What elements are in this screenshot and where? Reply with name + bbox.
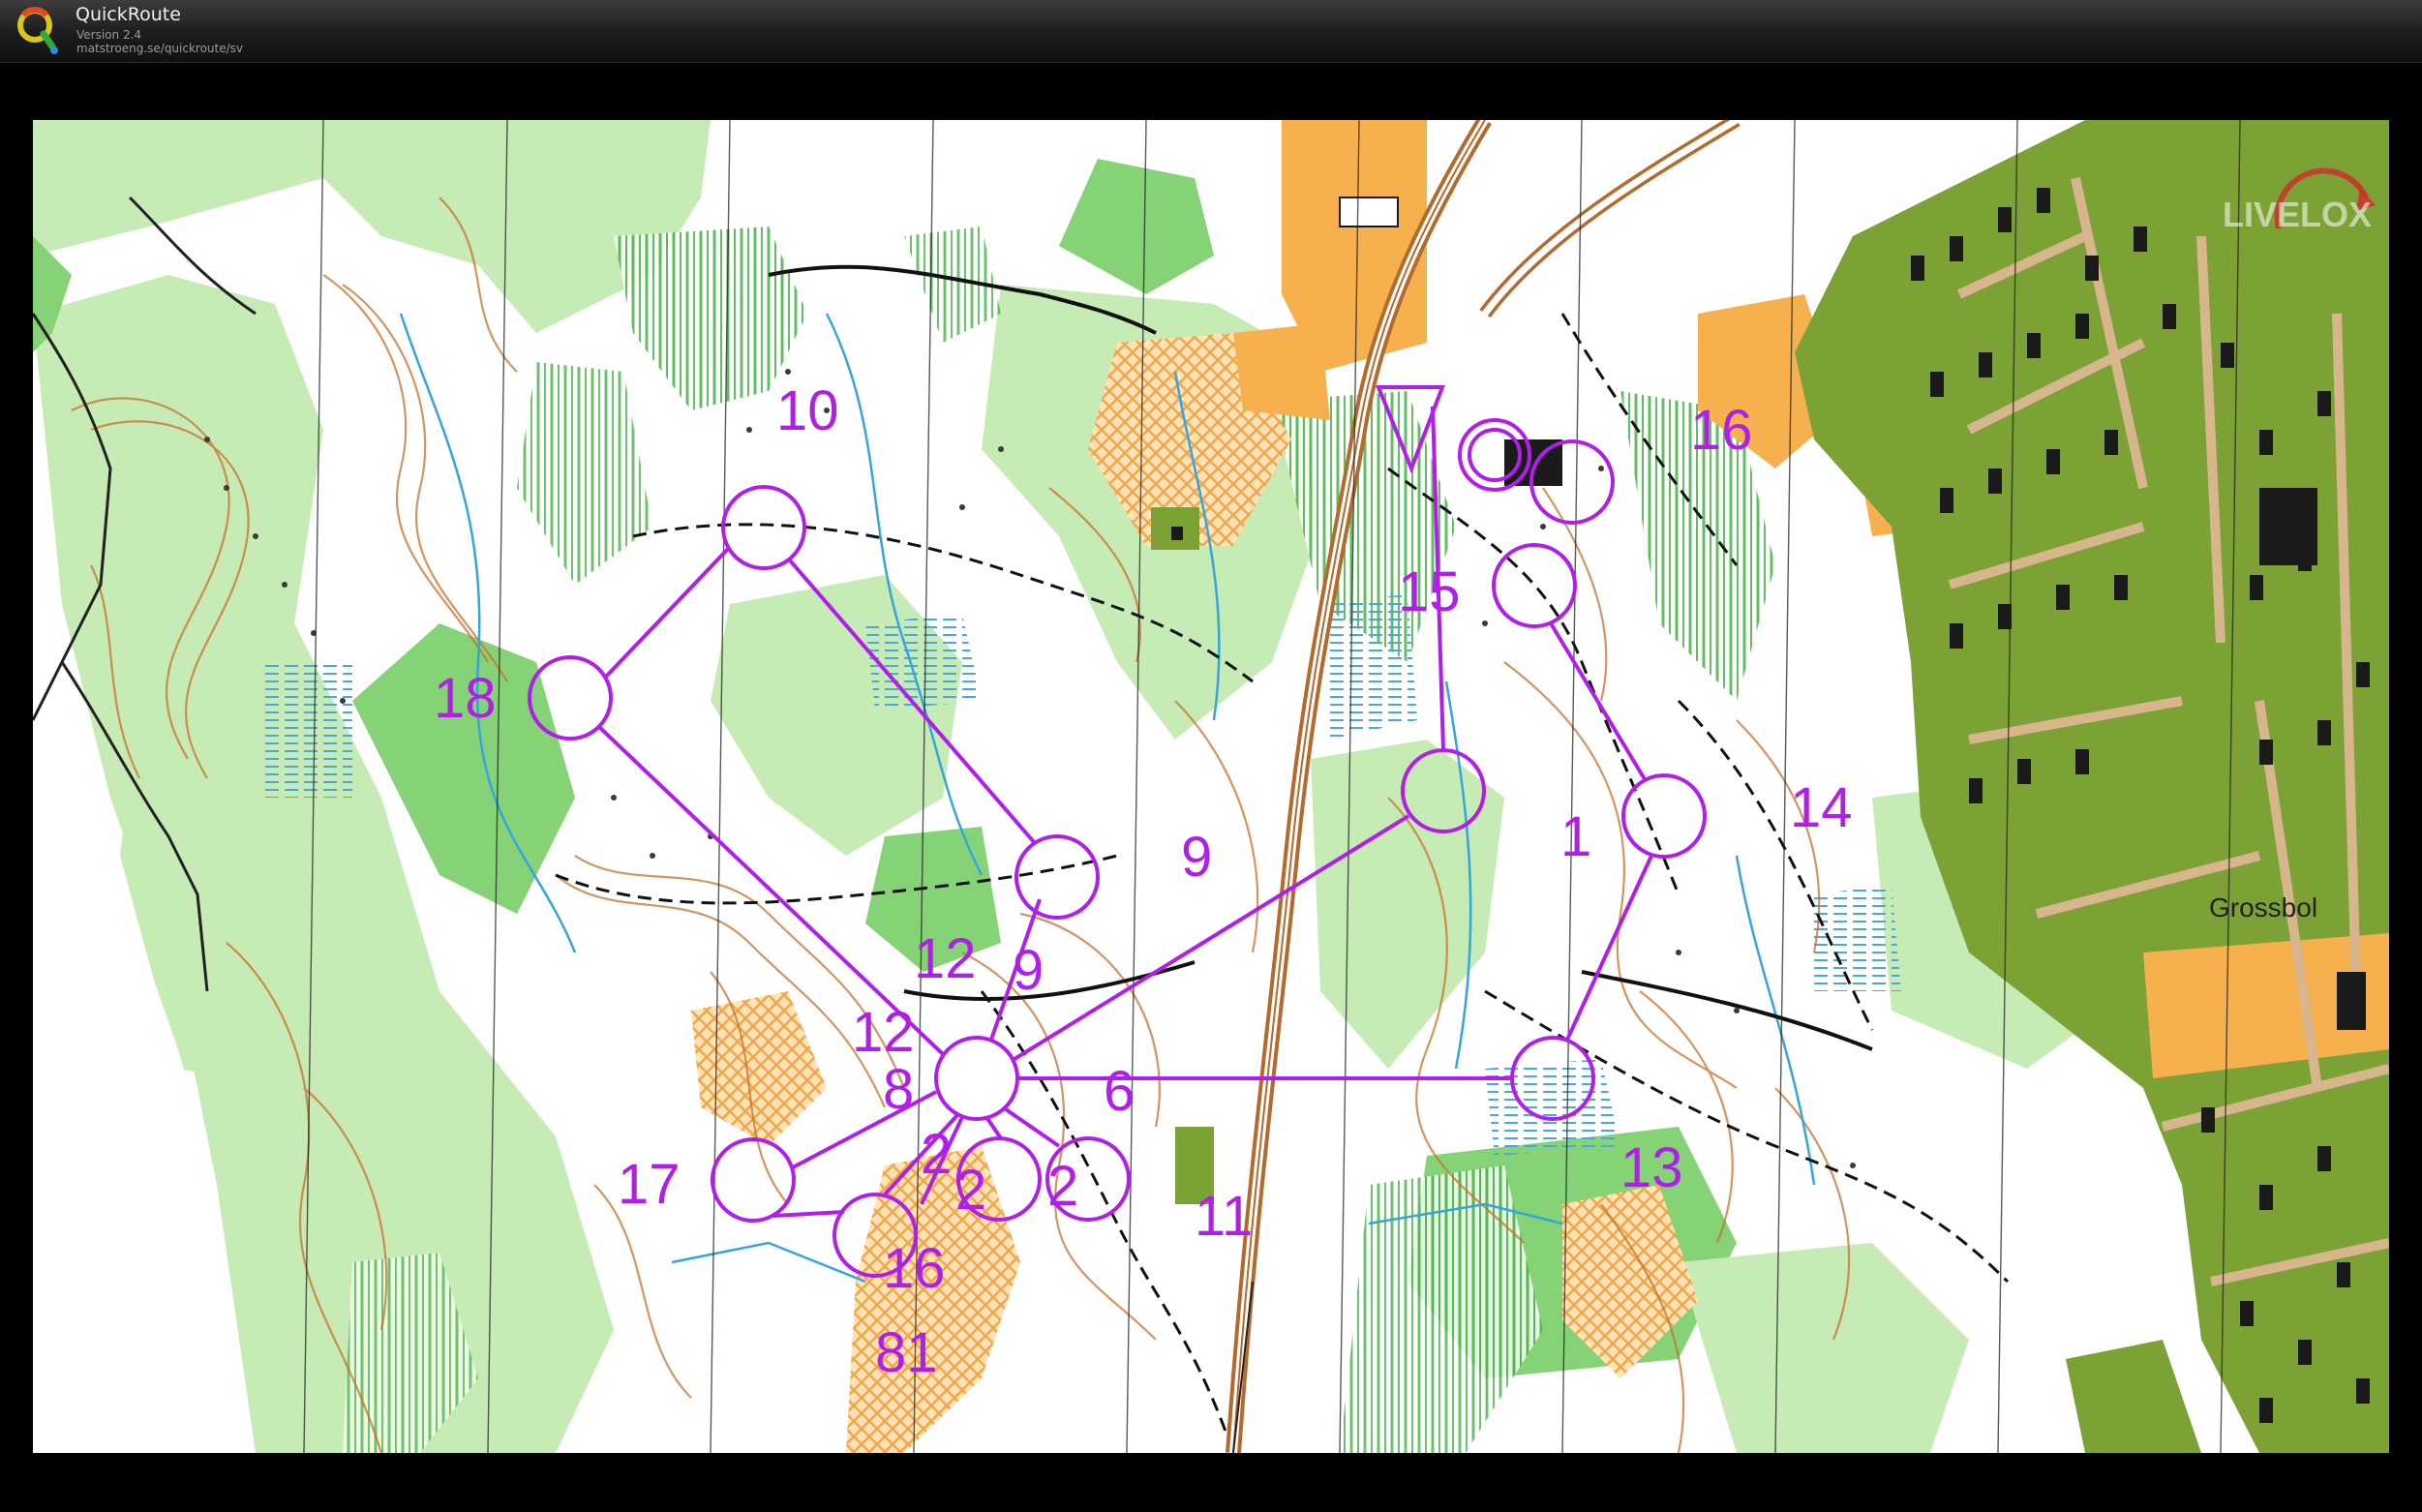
- control-label: 6: [1104, 1060, 1135, 1123]
- app-version: Version 2.4: [76, 28, 142, 42]
- control-label: 81: [875, 1321, 938, 1384]
- orienteering-map[interactable]: Grossbol LIVELOX 10 18 16 15 1 14 9 9 12…: [33, 120, 2389, 1453]
- app-title: QuickRoute: [76, 4, 181, 25]
- control-label: 13: [1620, 1136, 1683, 1199]
- control-label: 1: [1560, 805, 1591, 868]
- control-label: 12: [914, 927, 977, 990]
- terrain-layer: [33, 120, 2389, 1453]
- quickroute-logo-icon: [17, 7, 58, 54]
- control-label: 8: [883, 1058, 914, 1121]
- livelox-watermark-text: LIVELOX: [2223, 195, 2372, 234]
- control-label: 9: [1013, 939, 1044, 1002]
- control-label: 14: [1790, 776, 1853, 839]
- control-label: 12: [852, 1001, 915, 1064]
- control-label: 2: [955, 1159, 986, 1222]
- control-label: 15: [1398, 560, 1461, 623]
- control-label: 16: [1690, 399, 1753, 462]
- control-label: 18: [434, 667, 497, 730]
- control-label: 10: [776, 379, 839, 442]
- place-label-grossbol: Grossbol: [2209, 892, 2317, 922]
- title-bar: QuickRoute Version 2.4 matstroeng.se/qui…: [0, 0, 2422, 63]
- control-label: 9: [1181, 826, 1212, 889]
- control-label: 17: [618, 1153, 681, 1216]
- map-canvas[interactable]: Grossbol LIVELOX 10 18 16 15 1 14 9 9 12…: [33, 120, 2389, 1453]
- control-label: 16: [883, 1237, 946, 1300]
- control-label: 2: [1047, 1155, 1078, 1218]
- control-label: 2: [921, 1123, 952, 1186]
- app-url: matstroeng.se/quickroute/sv: [76, 42, 244, 55]
- control-label: 11: [1195, 1185, 1253, 1248]
